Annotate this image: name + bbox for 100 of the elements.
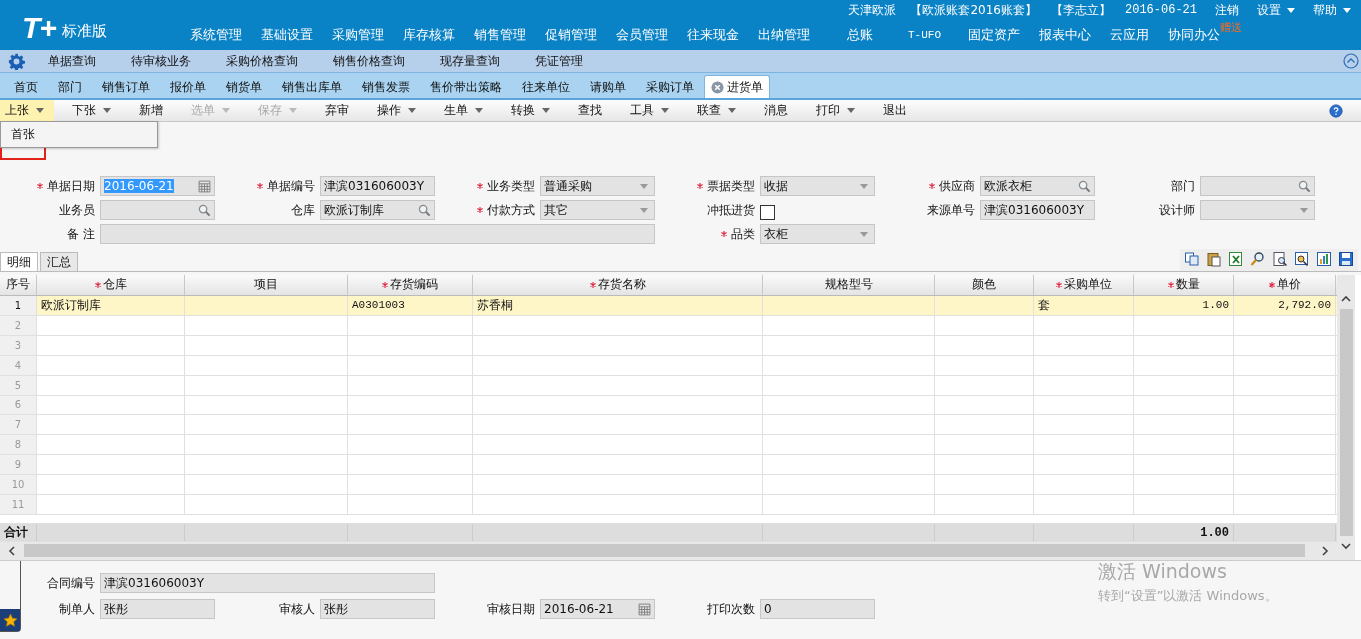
settings-icon[interactable] (8, 52, 25, 70)
column-header[interactable]: 采购单位 (1055, 276, 1112, 294)
zoom-icon[interactable] (1294, 251, 1310, 267)
chevron-up-icon[interactable] (1341, 295, 1351, 303)
caret-icon[interactable] (640, 183, 648, 189)
input-field[interactable] (1200, 176, 1315, 196)
search-icon[interactable] (198, 203, 211, 217)
page-tab[interactable]: 进货单 (704, 75, 770, 98)
calendar-icon[interactable] (198, 179, 211, 193)
page-tab[interactable]: 销售订单 (92, 76, 160, 98)
main-menu-item[interactable]: 库存核算 (403, 26, 455, 44)
caret-icon[interactable] (1343, 7, 1351, 13)
main-menu-item[interactable]: T-UFO (908, 29, 941, 41)
input-field[interactable] (1200, 200, 1315, 220)
quick-link[interactable]: 凭证管理 (535, 52, 583, 70)
main-menu-item[interactable]: 报表中心 (1039, 26, 1091, 44)
input-field[interactable]: 张彤 (320, 599, 435, 619)
column-header[interactable]: 规格型号 (824, 276, 873, 294)
page-tab[interactable]: 销货单 (216, 76, 272, 98)
collapse-icon[interactable] (1343, 53, 1359, 69)
checkbox[interactable] (760, 205, 775, 220)
input-field[interactable]: 欧派订制库 (320, 200, 435, 220)
quick-link[interactable]: 采购价格查询 (226, 52, 298, 70)
save-icon[interactable] (1338, 251, 1354, 267)
header-link[interactable]: 设置 (1257, 1, 1295, 19)
chart-icon[interactable] (1316, 251, 1332, 267)
column-header[interactable]: 存货编码 (382, 276, 438, 294)
caret-icon[interactable] (860, 183, 868, 189)
caret-icon[interactable] (1300, 207, 1308, 213)
input-field[interactable] (100, 200, 215, 220)
caret-icon[interactable] (860, 231, 868, 237)
toolbar-button[interactable]: 退出 (873, 100, 917, 121)
quick-link[interactable]: 单据查询 (48, 52, 96, 70)
horizontal-scrollbar[interactable] (0, 542, 1337, 560)
input-field[interactable]: 津滨031606003Y (980, 200, 1095, 220)
caret-icon[interactable] (640, 207, 648, 213)
main-menu-item[interactable]: 系统管理 (190, 26, 242, 44)
page-tab[interactable]: 采购订单 (636, 76, 704, 98)
input-field[interactable]: 普通采购 (540, 176, 655, 196)
input-field[interactable]: 张彤 (100, 599, 215, 619)
toolbar-button[interactable]: 工具 (620, 100, 679, 121)
main-menu-item[interactable]: 基础设置 (261, 26, 313, 44)
page-tab[interactable]: 销售发票 (352, 76, 420, 98)
chevron-down-icon[interactable] (1341, 542, 1351, 550)
chevron-right-icon[interactable] (1321, 546, 1329, 556)
input-field[interactable] (100, 224, 655, 244)
main-menu-item[interactable]: 总账 (847, 26, 873, 44)
column-header[interactable]: 项目 (254, 276, 278, 294)
input-field[interactable]: 津滨031606003Y (320, 176, 435, 196)
menu-item[interactable]: 首张 (1, 122, 157, 147)
column-header[interactable]: 数量 (1167, 276, 1200, 294)
column-header[interactable]: 仓库 (94, 276, 127, 294)
excel-icon[interactable] (1228, 251, 1244, 267)
column-header[interactable]: 序号 (6, 276, 30, 294)
input-field[interactable]: 衣柜 (760, 224, 875, 244)
page-tab[interactable]: 报价单 (160, 76, 216, 98)
scroll-thumb[interactable] (1339, 309, 1353, 536)
copy-icon[interactable] (1184, 251, 1200, 267)
caret-icon[interactable] (1287, 7, 1295, 13)
detail-tab[interactable]: 明细 (0, 252, 38, 271)
find-icon[interactable] (1250, 251, 1266, 267)
column-header[interactable]: 单价 (1268, 276, 1301, 294)
detail-tab[interactable]: 汇总 (40, 252, 78, 271)
header-link[interactable]: 注销 (1215, 1, 1239, 19)
quick-link[interactable]: 现存量查询 (440, 52, 500, 70)
page-tab[interactable]: 往来单位 (512, 76, 580, 98)
quick-link[interactable]: 待审核业务 (131, 52, 191, 70)
input-field[interactable]: 欧派衣柜 (980, 176, 1095, 196)
page-tab[interactable]: 部门 (48, 76, 92, 98)
main-menu-item[interactable]: 协同办公 (1168, 26, 1220, 44)
main-menu-item[interactable]: 云应用 (1110, 26, 1149, 44)
scroll-thumb[interactable] (24, 544, 1305, 558)
toolbar-button[interactable]: 消息 (754, 100, 798, 121)
page-tab[interactable]: 销售出库单 (272, 76, 352, 98)
input-field[interactable]: 0 (760, 599, 875, 619)
toolbar-button[interactable]: 联查 (687, 100, 746, 121)
preview-icon[interactable] (1272, 251, 1288, 267)
calendar-icon[interactable] (638, 602, 651, 616)
paste-icon[interactable] (1206, 251, 1222, 267)
chevron-left-icon[interactable] (8, 546, 16, 556)
page-tab[interactable]: 请购单 (580, 76, 636, 98)
toolbar-button[interactable]: 下张 (62, 100, 121, 121)
header-link[interactable]: 帮助 (1313, 1, 1351, 19)
main-menu-item[interactable]: 会员管理 (616, 26, 668, 44)
column-header[interactable]: 颜色 (972, 276, 996, 294)
close-icon[interactable] (711, 80, 724, 94)
search-icon[interactable] (418, 203, 431, 217)
toolbar-button[interactable]: 弃审 (315, 100, 359, 121)
main-menu-item[interactable]: 销售管理 (474, 26, 526, 44)
input-field[interactable]: 其它 (540, 200, 655, 220)
help-icon[interactable] (1329, 103, 1343, 118)
page-tab[interactable]: 首页 (4, 76, 48, 98)
quick-link[interactable]: 销售价格查询 (333, 52, 405, 70)
main-menu-item[interactable]: 往来现金 (687, 26, 739, 44)
toolbar-button[interactable]: 新增 (129, 100, 173, 121)
favorites-button[interactable] (0, 609, 20, 631)
search-icon[interactable] (1298, 179, 1311, 193)
vertical-scrollbar[interactable] (1337, 275, 1355, 560)
input-field[interactable]: 收据 (760, 176, 875, 196)
toolbar-button[interactable]: 查找 (568, 100, 612, 121)
